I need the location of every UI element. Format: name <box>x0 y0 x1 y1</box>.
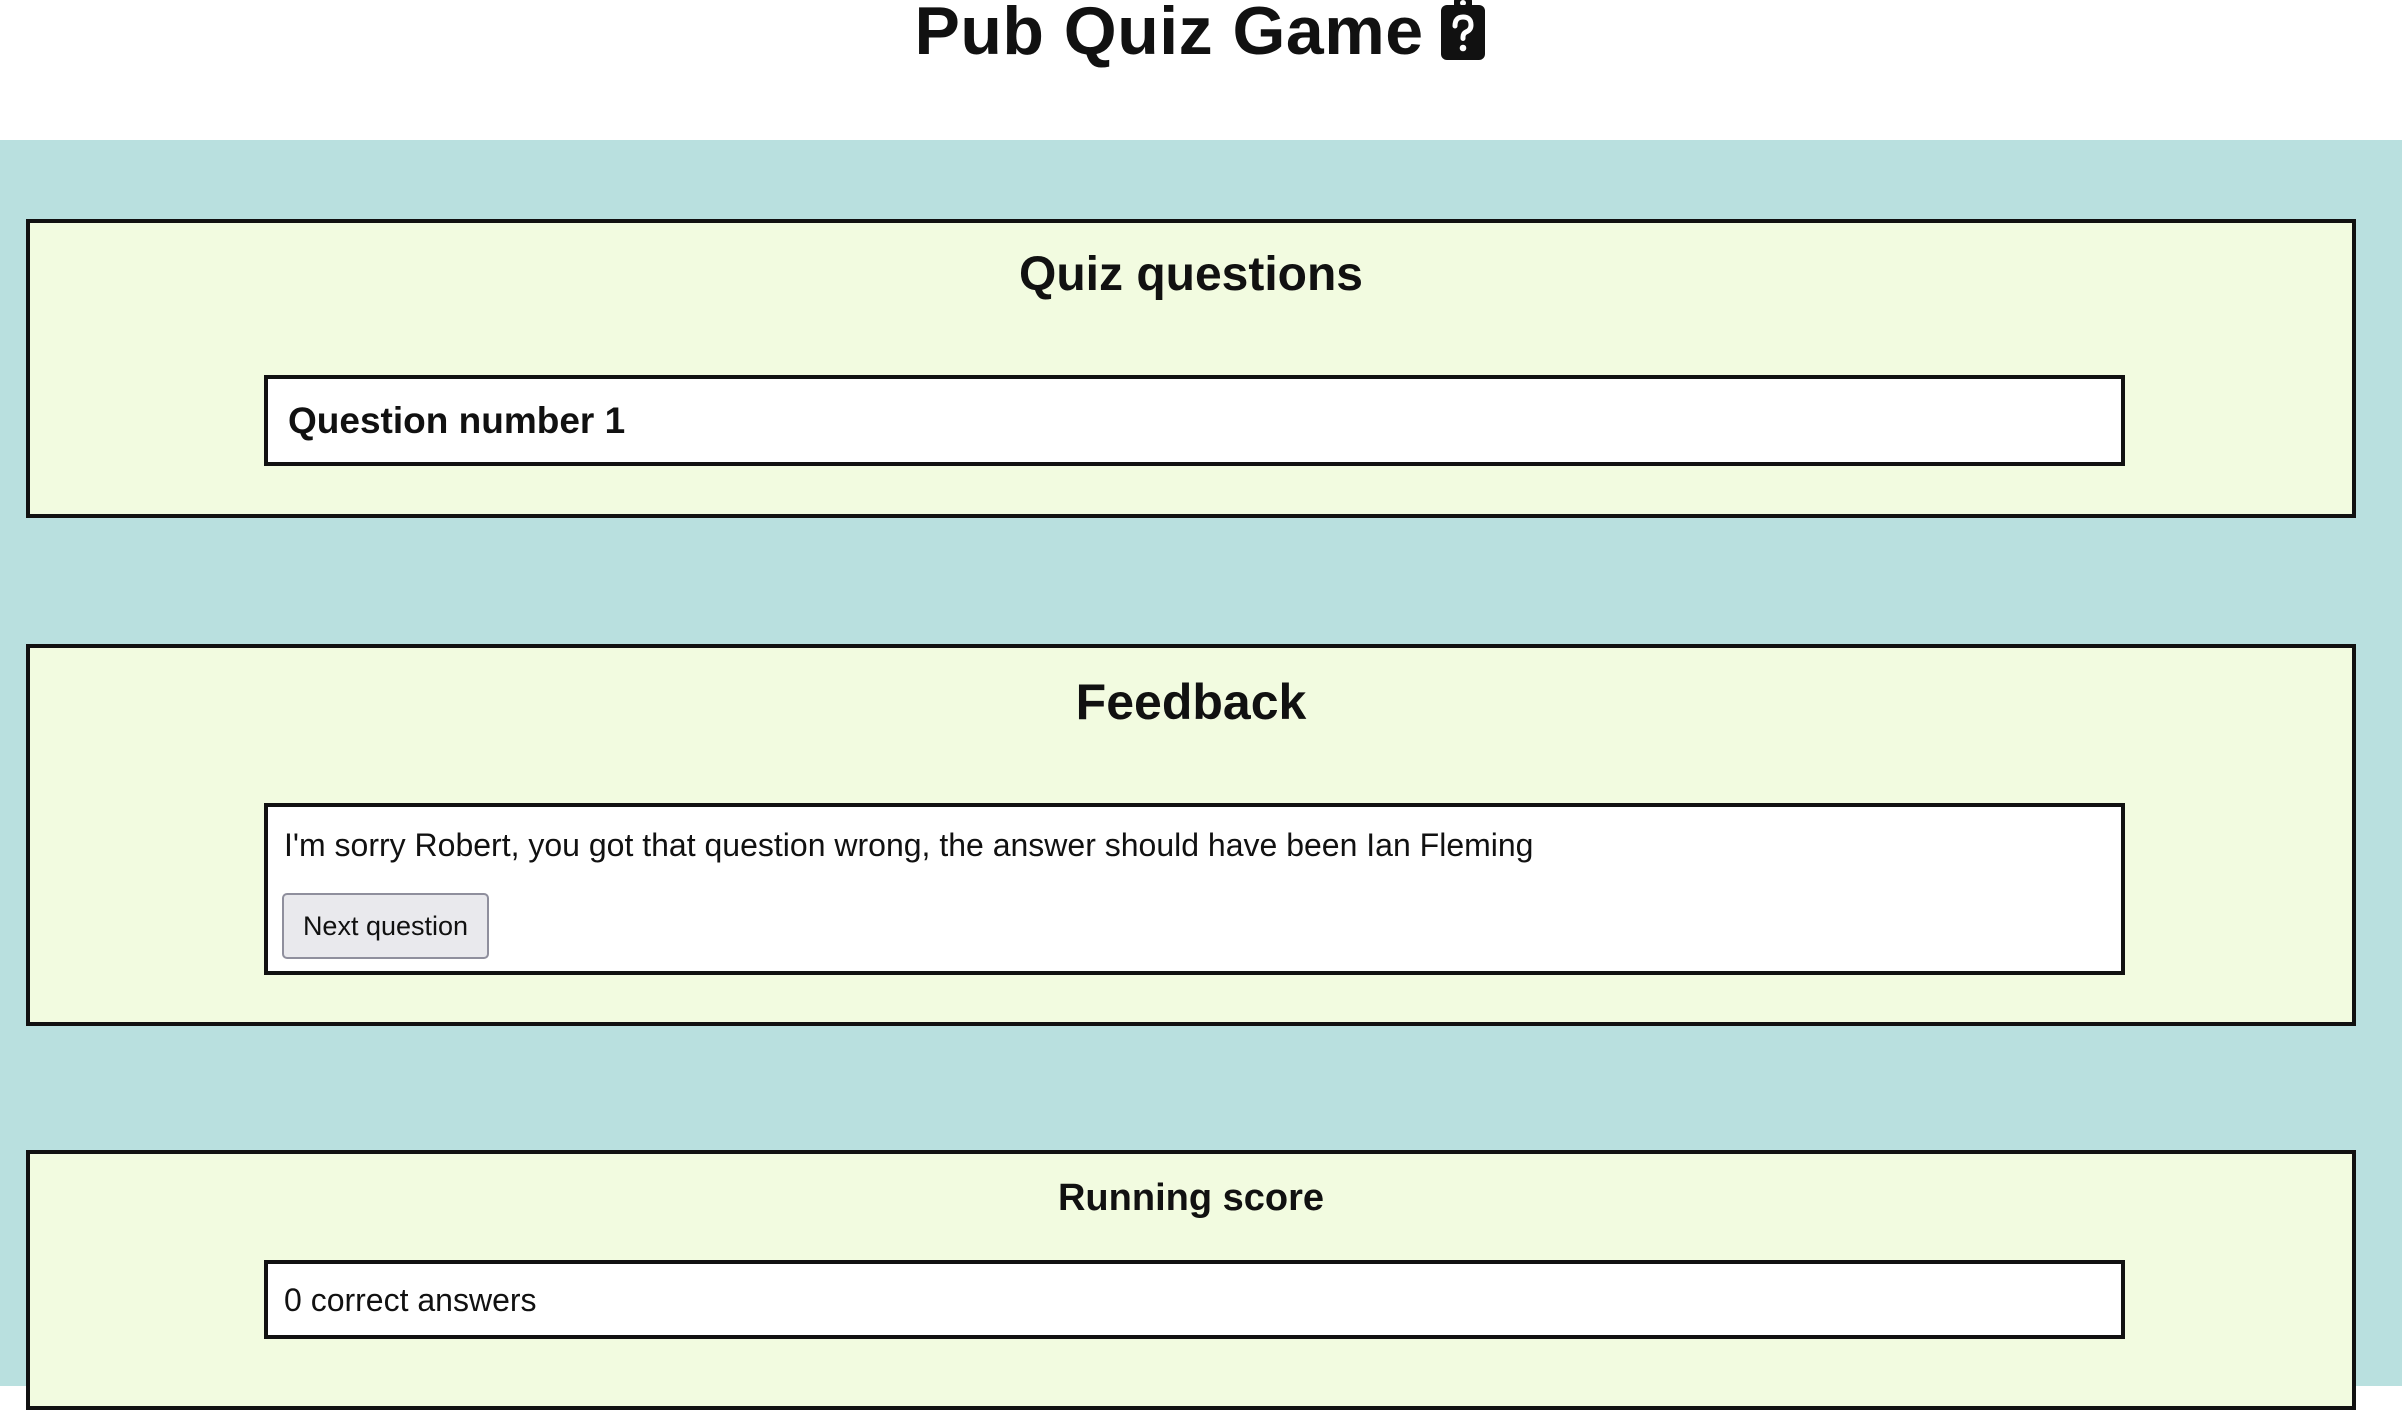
feedback-heading: Feedback <box>1075 674 1307 730</box>
quiz-questions-panel: Quiz questions Question number 1 <box>26 219 2356 518</box>
score-box: 0 correct answers <box>264 1260 2125 1339</box>
main-area: Quiz questions Question number 1 Feedbac… <box>0 140 2402 1410</box>
clipboard-question-icon <box>1438 0 1488 62</box>
quiz-questions-heading: Quiz questions <box>1018 248 1363 301</box>
site-title: Pub Quiz Game <box>0 0 2402 65</box>
question-box: Question number 1 <box>264 375 2125 466</box>
question-number-label: Question number 1 <box>288 400 626 441</box>
feedback-message: I'm sorry Robert, you got that question … <box>284 827 1534 863</box>
page: Pub Quiz Game Quiz questions Question nu… <box>0 0 2402 1410</box>
running-score-heading: Running score <box>1057 1177 1325 1219</box>
score-text: 0 correct answers <box>284 1282 537 1318</box>
next-question-button[interactable]: Next question <box>282 893 489 959</box>
site-title-text: Pub Quiz Game <box>914 0 1424 69</box>
running-score-panel: Running score 0 correct answers <box>26 1150 2356 1410</box>
feedback-panel: Feedback I'm sorry Robert, you got that … <box>26 644 2356 1026</box>
site-header: Pub Quiz Game <box>0 0 2402 140</box>
feedback-box: I'm sorry Robert, you got that question … <box>264 803 2125 975</box>
